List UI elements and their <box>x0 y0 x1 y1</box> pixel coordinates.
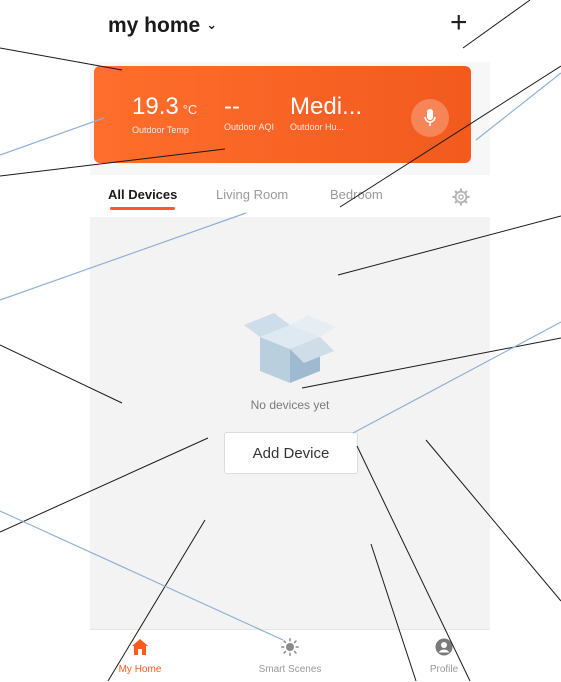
bottom-nav: My Home Smart Scenes Profile <box>90 629 490 682</box>
person-icon <box>435 638 453 656</box>
chevron-down-icon: ⌄ <box>206 17 218 32</box>
sun-icon <box>281 638 299 656</box>
home-name: my home <box>108 14 201 37</box>
house-icon <box>132 639 148 655</box>
tab-all-devices[interactable]: All Devices <box>108 187 177 210</box>
tab-living-room[interactable]: Living Room <box>216 187 288 202</box>
temp-unit: °C <box>182 102 198 117</box>
nav-profile[interactable]: Profile <box>394 638 494 675</box>
empty-box-icon <box>244 313 336 383</box>
aqi-block: -- Outdoor AQI <box>224 93 275 133</box>
home-selector[interactable]: my home ⌄ <box>108 14 217 38</box>
humidity-block: Medi... Outdoor Hu... <box>290 93 363 133</box>
aqi-label: Outdoor AQI <box>224 122 275 132</box>
gear-icon[interactable] <box>452 188 470 206</box>
nav-label: Smart Scenes <box>258 664 322 675</box>
top-bar: my home ⌄ + <box>90 0 490 62</box>
microphone-icon[interactable] <box>411 99 449 137</box>
app-screen: my home ⌄ + 19.3 °C Outdoor Temp -- Outdoo… <box>90 0 490 682</box>
nav-label: My Home <box>118 664 162 675</box>
humidity-value: Medi... <box>290 93 363 120</box>
temp-value: 19.3 <box>132 93 179 120</box>
weather-banner[interactable]: 19.3 °C Outdoor Temp -- Outdoor AQI Medi.… <box>94 66 471 163</box>
temp-block: 19.3 °C Outdoor Temp <box>132 93 198 136</box>
temp-label: Outdoor Temp <box>132 125 189 135</box>
empty-message: No devices yet <box>250 398 330 412</box>
device-list-empty: No devices yet Add Device <box>90 217 490 629</box>
nav-label: Profile <box>429 664 459 675</box>
add-device-button[interactable]: Add Device <box>224 432 358 474</box>
add-icon[interactable]: + <box>450 8 468 38</box>
room-tabs: All Devices Living Room Bedroom <box>90 175 490 217</box>
tab-bedroom[interactable]: Bedroom <box>330 187 383 202</box>
humidity-label: Outdoor Hu... <box>290 122 345 132</box>
aqi-value: -- <box>224 93 240 120</box>
nav-my-home[interactable]: My Home <box>90 638 190 675</box>
nav-smart-scenes[interactable]: Smart Scenes <box>240 638 340 675</box>
